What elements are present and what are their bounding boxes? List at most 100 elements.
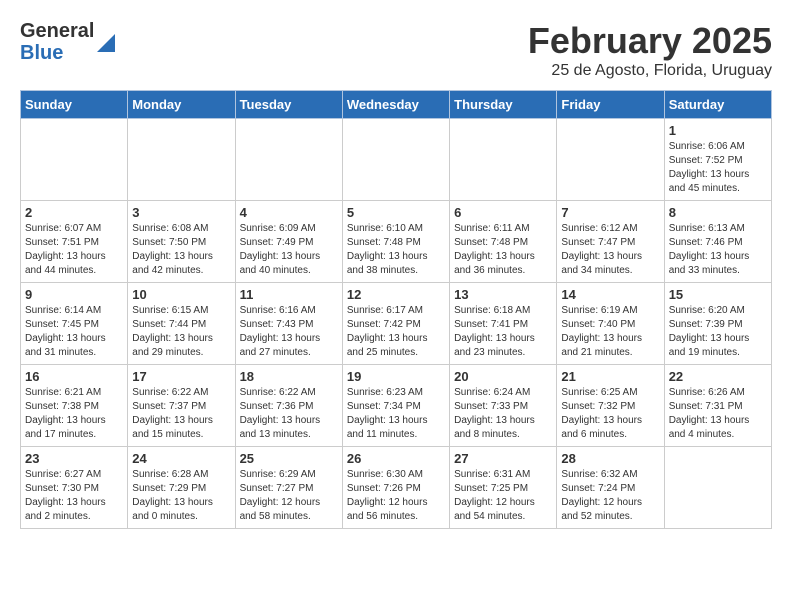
calendar-cell: 23 Sunrise: 6:27 AM Sunset: 7:30 PM Dayli… <box>21 447 128 529</box>
month-title: February 2025 <box>528 20 772 62</box>
day-number: 3 <box>132 205 230 220</box>
calendar-cell: 21 Sunrise: 6:25 AM Sunset: 7:32 PM Dayli… <box>557 365 664 447</box>
calendar-cell: 1 Sunrise: 6:06 AM Sunset: 7:52 PM Daylig… <box>664 119 771 201</box>
day-info: Sunrise: 6:31 AM Sunset: 7:25 PM Dayligh… <box>454 468 552 524</box>
weekday-header-thursday: Thursday <box>450 91 557 119</box>
location-title: 25 de Agosto, Florida, Uruguay <box>528 62 772 80</box>
day-info: Sunrise: 6:09 AM Sunset: 7:49 PM Dayligh… <box>240 222 338 278</box>
day-info: Sunrise: 6:22 AM Sunset: 7:37 PM Dayligh… <box>132 386 230 442</box>
day-info: Sunrise: 6:26 AM Sunset: 7:31 PM Dayligh… <box>669 386 767 442</box>
calendar-cell: 25 Sunrise: 6:29 AM Sunset: 7:27 PM Dayli… <box>235 447 342 529</box>
day-info: Sunrise: 6:21 AM Sunset: 7:38 PM Dayligh… <box>25 386 123 442</box>
day-info: Sunrise: 6:08 AM Sunset: 7:50 PM Dayligh… <box>132 222 230 278</box>
day-number: 8 <box>669 205 767 220</box>
day-number: 23 <box>25 451 123 466</box>
day-number: 26 <box>347 451 445 466</box>
day-number: 18 <box>240 369 338 384</box>
day-number: 7 <box>561 205 659 220</box>
day-info: Sunrise: 6:22 AM Sunset: 7:36 PM Dayligh… <box>240 386 338 442</box>
day-info: Sunrise: 6:07 AM Sunset: 7:51 PM Dayligh… <box>25 222 123 278</box>
calendar-cell <box>342 119 449 201</box>
calendar-cell <box>450 119 557 201</box>
day-info: Sunrise: 6:32 AM Sunset: 7:24 PM Dayligh… <box>561 468 659 524</box>
calendar-cell: 19 Sunrise: 6:23 AM Sunset: 7:34 PM Dayli… <box>342 365 449 447</box>
calendar-cell: 26 Sunrise: 6:30 AM Sunset: 7:26 PM Dayli… <box>342 447 449 529</box>
calendar-cell <box>557 119 664 201</box>
day-number: 27 <box>454 451 552 466</box>
day-number: 19 <box>347 369 445 384</box>
calendar-cell: 5 Sunrise: 6:10 AM Sunset: 7:48 PM Daylig… <box>342 201 449 283</box>
day-number: 4 <box>240 205 338 220</box>
day-info: Sunrise: 6:12 AM Sunset: 7:47 PM Dayligh… <box>561 222 659 278</box>
calendar-cell: 27 Sunrise: 6:31 AM Sunset: 7:25 PM Dayli… <box>450 447 557 529</box>
day-number: 28 <box>561 451 659 466</box>
day-number: 15 <box>669 287 767 302</box>
calendar-cell: 7 Sunrise: 6:12 AM Sunset: 7:47 PM Daylig… <box>557 201 664 283</box>
calendar-cell <box>21 119 128 201</box>
weekday-header-wednesday: Wednesday <box>342 91 449 119</box>
logo-blue: Blue <box>20 42 94 64</box>
calendar-cell: 8 Sunrise: 6:13 AM Sunset: 7:46 PM Daylig… <box>664 201 771 283</box>
day-number: 22 <box>669 369 767 384</box>
day-info: Sunrise: 6:25 AM Sunset: 7:32 PM Dayligh… <box>561 386 659 442</box>
day-number: 20 <box>454 369 552 384</box>
day-info: Sunrise: 6:18 AM Sunset: 7:41 PM Dayligh… <box>454 304 552 360</box>
calendar-cell: 28 Sunrise: 6:32 AM Sunset: 7:24 PM Dayli… <box>557 447 664 529</box>
weekday-header-friday: Friday <box>557 91 664 119</box>
day-number: 24 <box>132 451 230 466</box>
day-number: 9 <box>25 287 123 302</box>
calendar-cell: 16 Sunrise: 6:21 AM Sunset: 7:38 PM Dayli… <box>21 365 128 447</box>
weekday-header-monday: Monday <box>128 91 235 119</box>
calendar-cell: 12Sunrise: 6:17 AM Sunset: 7:42 PM Dayli… <box>342 283 449 365</box>
calendar-cell: 11Sunrise: 6:16 AM Sunset: 7:43 PM Dayli… <box>235 283 342 365</box>
day-number: 14 <box>561 287 659 302</box>
calendar-cell: 13 Sunrise: 6:18 AM Sunset: 7:41 PM Dayli… <box>450 283 557 365</box>
calendar-cell <box>128 119 235 201</box>
day-info: Sunrise: 6:06 AM Sunset: 7:52 PM Dayligh… <box>669 140 767 196</box>
day-number: 12 <box>347 287 445 302</box>
day-info: Sunrise: 6:24 AM Sunset: 7:33 PM Dayligh… <box>454 386 552 442</box>
day-number: 16 <box>25 369 123 384</box>
day-number: 10 <box>132 287 230 302</box>
day-info: Sunrise: 6:20 AM Sunset: 7:39 PM Dayligh… <box>669 304 767 360</box>
title-area: February 2025 25 de Agosto, Florida, Uru… <box>528 20 772 80</box>
day-info: Sunrise: 6:28 AM Sunset: 7:29 PM Dayligh… <box>132 468 230 524</box>
day-info: Sunrise: 6:16 AM Sunset: 7:43 PM Dayligh… <box>240 304 338 360</box>
calendar-cell: 14 Sunrise: 6:19 AM Sunset: 7:40 PM Dayli… <box>557 283 664 365</box>
day-info: Sunrise: 6:19 AM Sunset: 7:40 PM Dayligh… <box>561 304 659 360</box>
calendar-cell: 9Sunrise: 6:14 AM Sunset: 7:45 PM Daylig… <box>21 283 128 365</box>
calendar-cell: 6 Sunrise: 6:11 AM Sunset: 7:48 PM Daylig… <box>450 201 557 283</box>
logo-triangle-icon <box>97 30 115 52</box>
weekday-header-saturday: Saturday <box>664 91 771 119</box>
day-number: 6 <box>454 205 552 220</box>
calendar-cell <box>664 447 771 529</box>
calendar-cell: 22 Sunrise: 6:26 AM Sunset: 7:31 PM Dayli… <box>664 365 771 447</box>
calendar-cell: 24 Sunrise: 6:28 AM Sunset: 7:29 PM Dayli… <box>128 447 235 529</box>
day-info: Sunrise: 6:10 AM Sunset: 7:48 PM Dayligh… <box>347 222 445 278</box>
calendar-cell: 17 Sunrise: 6:22 AM Sunset: 7:37 PM Dayli… <box>128 365 235 447</box>
day-info: Sunrise: 6:30 AM Sunset: 7:26 PM Dayligh… <box>347 468 445 524</box>
calendar-cell: 10 Sunrise: 6:15 AM Sunset: 7:44 PM Dayli… <box>128 283 235 365</box>
day-info: Sunrise: 6:13 AM Sunset: 7:46 PM Dayligh… <box>669 222 767 278</box>
calendar-cell: 20 Sunrise: 6:24 AM Sunset: 7:33 PM Dayli… <box>450 365 557 447</box>
calendar-cell: 18 Sunrise: 6:22 AM Sunset: 7:36 PM Dayli… <box>235 365 342 447</box>
day-info: Sunrise: 6:27 AM Sunset: 7:30 PM Dayligh… <box>25 468 123 524</box>
calendar-cell: 2Sunrise: 6:07 AM Sunset: 7:51 PM Daylig… <box>21 201 128 283</box>
day-info: Sunrise: 6:15 AM Sunset: 7:44 PM Dayligh… <box>132 304 230 360</box>
calendar-cell <box>235 119 342 201</box>
day-info: Sunrise: 6:23 AM Sunset: 7:34 PM Dayligh… <box>347 386 445 442</box>
day-info: Sunrise: 6:29 AM Sunset: 7:27 PM Dayligh… <box>240 468 338 524</box>
logo: General Blue <box>20 20 115 64</box>
calendar-cell: 3 Sunrise: 6:08 AM Sunset: 7:50 PM Daylig… <box>128 201 235 283</box>
calendar-cell: 15 Sunrise: 6:20 AM Sunset: 7:39 PM Dayli… <box>664 283 771 365</box>
weekday-header-tuesday: Tuesday <box>235 91 342 119</box>
calendar: SundayMondayTuesdayWednesdayThursdayFrid… <box>20 90 772 529</box>
day-number: 21 <box>561 369 659 384</box>
day-number: 5 <box>347 205 445 220</box>
day-number: 1 <box>669 123 767 138</box>
day-number: 13 <box>454 287 552 302</box>
day-info: Sunrise: 6:11 AM Sunset: 7:48 PM Dayligh… <box>454 222 552 278</box>
day-number: 25 <box>240 451 338 466</box>
weekday-header-sunday: Sunday <box>21 91 128 119</box>
day-number: 17 <box>132 369 230 384</box>
